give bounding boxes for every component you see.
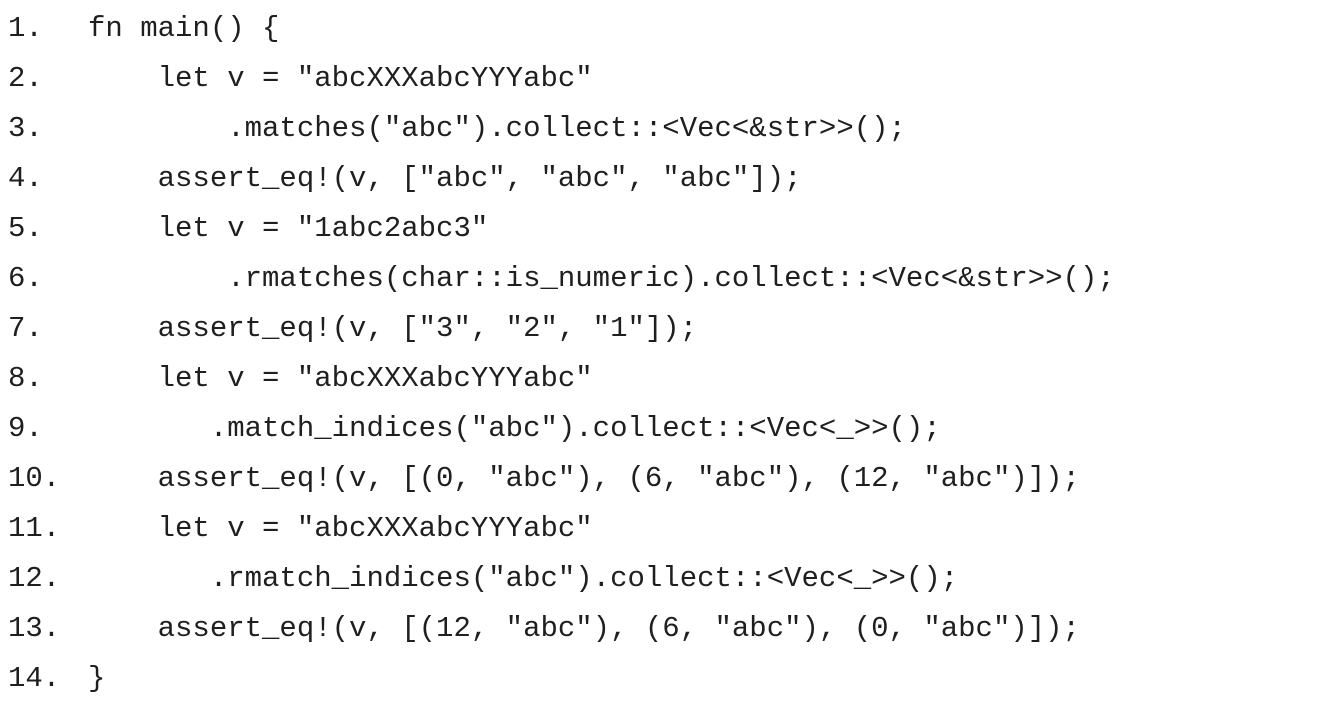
line-code: let v = "1abc2abc3"	[88, 212, 489, 245]
code-line-1: 1. fn main() {	[8, 4, 1328, 54]
line-code: let v = "abcXXXabcYYYabc"	[88, 512, 593, 545]
line-code: assert_eq!(v, [(0, "abc"), (6, "abc"), (…	[88, 462, 1080, 495]
code-line-13: 13. assert_eq!(v, [(12, "abc"), (6, "abc…	[8, 604, 1328, 654]
code-line-7: 7. assert_eq!(v, ["3", "2", "1"]);	[8, 304, 1328, 354]
line-number: 7.	[8, 312, 43, 345]
line-code: let v = "abcXXXabcYYYabc"	[88, 62, 593, 95]
line-number: 5.	[8, 212, 43, 245]
line-number: 6.	[8, 262, 43, 295]
line-code: assert_eq!(v, ["abc", "abc", "abc"]);	[88, 162, 802, 195]
code-line-12: 12. .rmatch_indices("abc").collect::<Vec…	[8, 554, 1328, 604]
line-code: .rmatches(char::is_numeric).collect::<Ve…	[88, 262, 1115, 295]
code-line-4: 4. assert_eq!(v, ["abc", "abc", "abc"]);	[8, 154, 1328, 204]
line-number: 13.	[8, 612, 61, 645]
line-number: 9.	[8, 412, 43, 445]
line-code: let v = "abcXXXabcYYYabc"	[88, 362, 593, 395]
line-number: 3.	[8, 112, 43, 145]
code-line-3: 3. .matches("abc").collect::<Vec<&str>>(…	[8, 104, 1328, 154]
line-number: 2.	[8, 62, 43, 95]
line-number: 4.	[8, 162, 43, 195]
line-number: 8.	[8, 362, 43, 395]
line-number: 14.	[8, 662, 61, 695]
line-code: assert_eq!(v, [(12, "abc"), (6, "abc"), …	[88, 612, 1080, 645]
code-line-8: 8. let v = "abcXXXabcYYYabc"	[8, 354, 1328, 404]
line-number: 11.	[8, 512, 61, 545]
line-code: .matches("abc").collect::<Vec<&str>>();	[88, 112, 906, 145]
line-number: 10.	[8, 462, 61, 495]
code-listing: 1. fn main() { 2. let v = "abcXXXabcYYYa…	[8, 4, 1328, 704]
code-line-14: 14. }	[8, 654, 1328, 704]
code-line-6: 6. .rmatches(char::is_numeric).collect::…	[8, 254, 1328, 304]
line-code: .match_indices("abc").collect::<Vec<_>>(…	[88, 412, 941, 445]
line-code: .rmatch_indices("abc").collect::<Vec<_>>…	[88, 562, 959, 595]
line-code: assert_eq!(v, ["3", "2", "1"]);	[88, 312, 698, 345]
code-line-5: 5. let v = "1abc2abc3"	[8, 204, 1328, 254]
line-code: fn main() {	[88, 12, 280, 45]
code-line-2: 2. let v = "abcXXXabcYYYabc"	[8, 54, 1328, 104]
line-number: 1.	[8, 12, 43, 45]
code-line-9: 9. .match_indices("abc").collect::<Vec<_…	[8, 404, 1328, 454]
line-number: 12.	[8, 562, 61, 595]
line-code: }	[88, 662, 106, 695]
code-line-10: 10. assert_eq!(v, [(0, "abc"), (6, "abc"…	[8, 454, 1328, 504]
code-line-11: 11. let v = "abcXXXabcYYYabc"	[8, 504, 1328, 554]
